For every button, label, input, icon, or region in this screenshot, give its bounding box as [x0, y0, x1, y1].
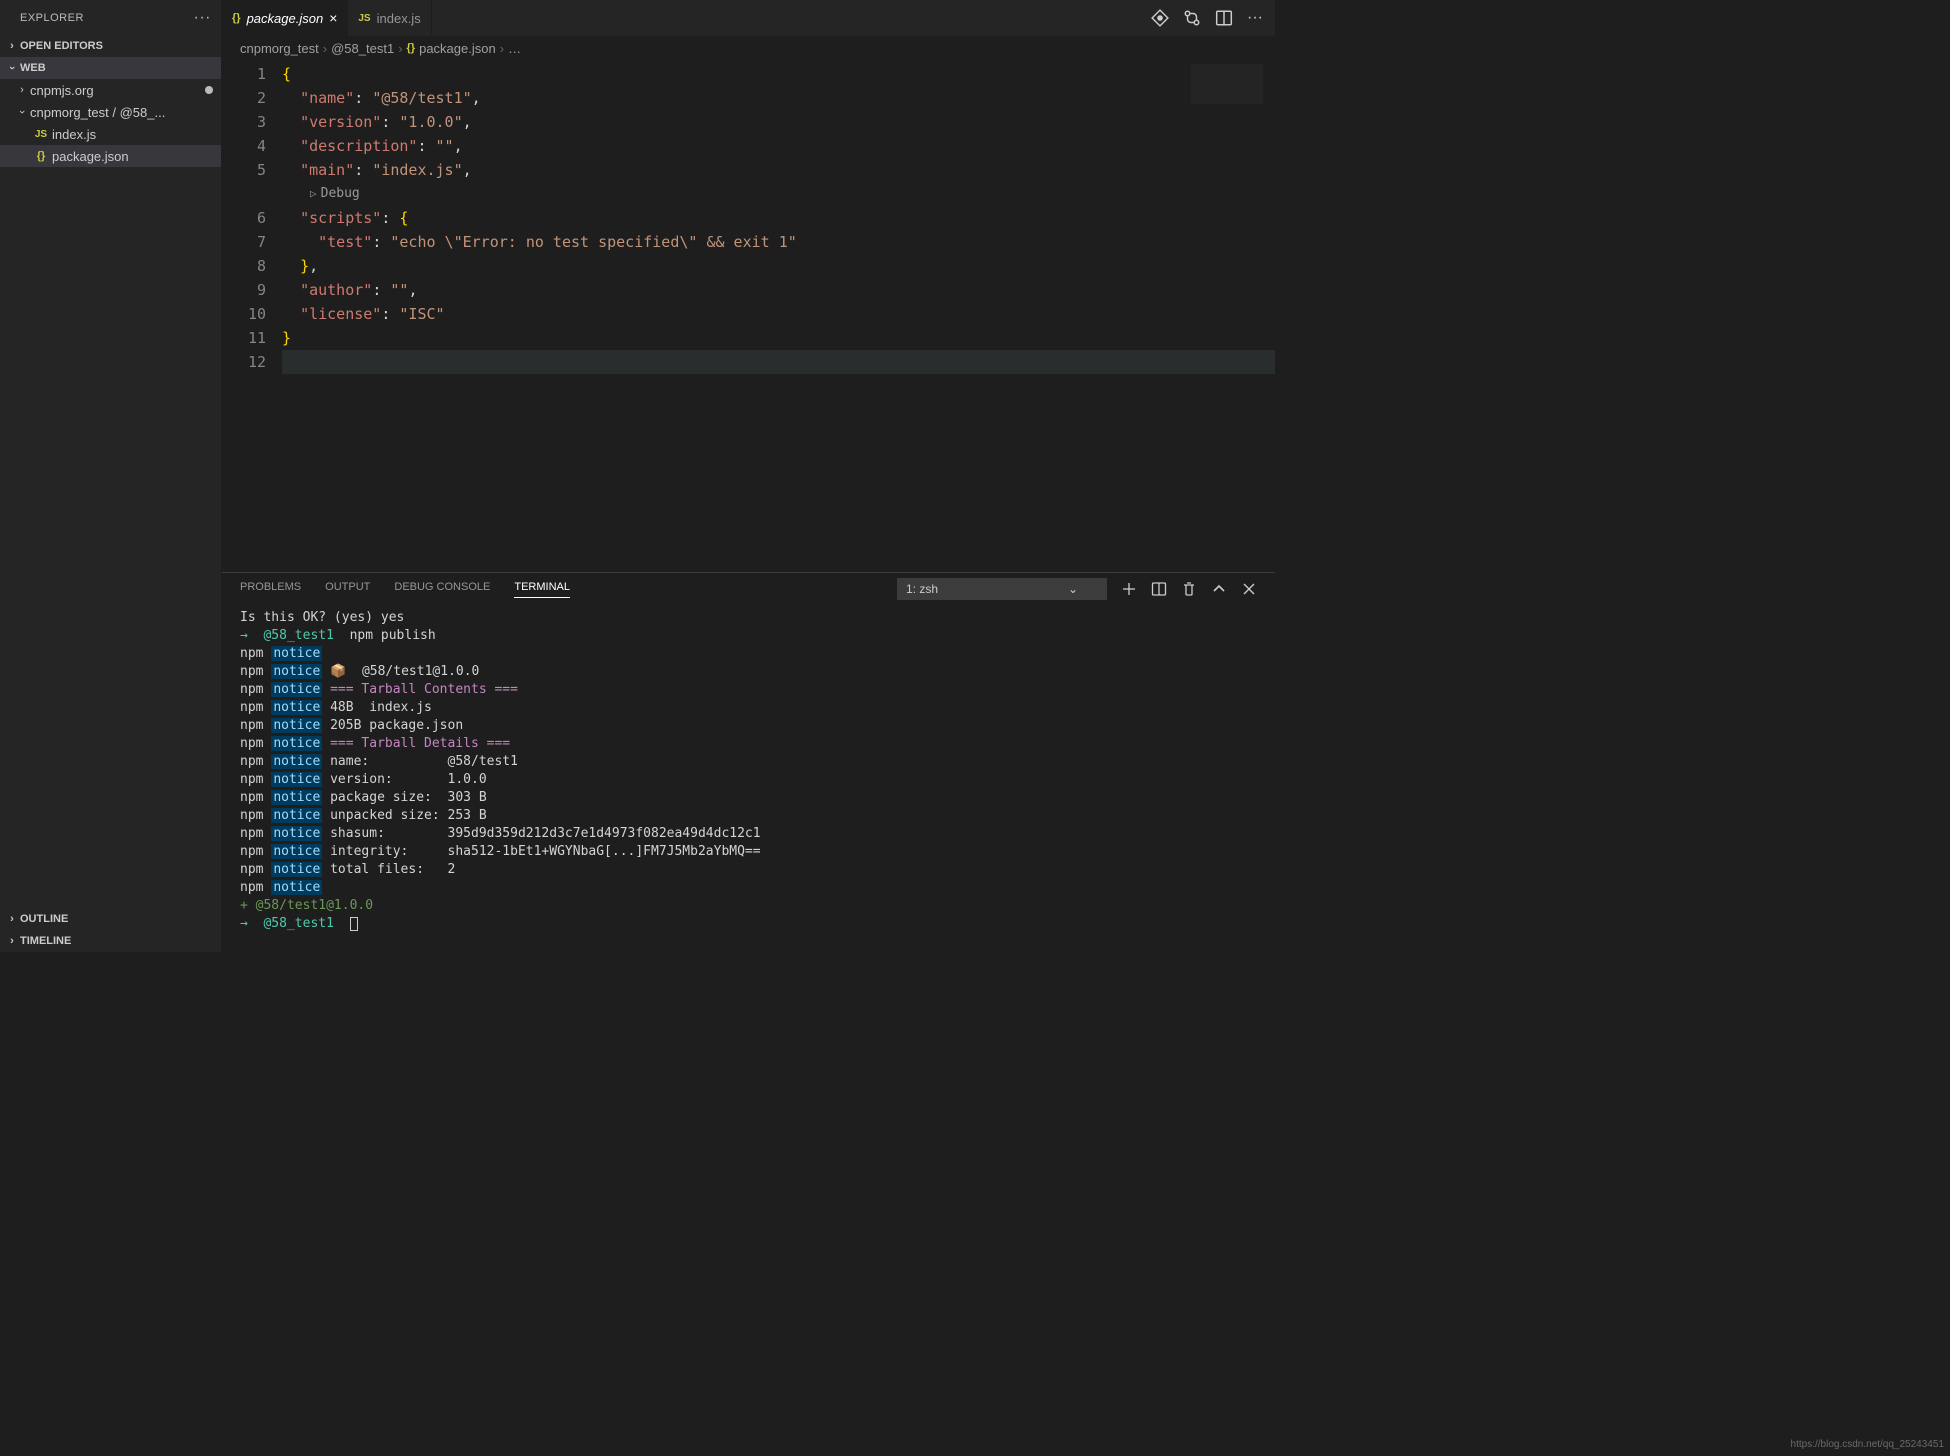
tree-file-indexjs[interactable]: JS index.js — [0, 123, 221, 145]
js-file-icon: JS — [358, 13, 370, 24]
open-editors-section[interactable]: › OPEN EDITORS — [0, 35, 221, 57]
explorer-more-icon[interactable]: ··· — [194, 9, 211, 27]
js-file-icon: JS — [30, 129, 52, 140]
json-file-icon: {} — [232, 12, 241, 24]
chevron-right-icon: › — [323, 41, 327, 56]
file-label: index.js — [52, 127, 96, 142]
explorer-title: EXPLORER — [20, 12, 84, 24]
split-terminal-icon[interactable] — [1151, 581, 1167, 597]
chevron-right-icon: › — [14, 84, 30, 96]
modified-dot-icon — [205, 86, 213, 94]
terminal-cursor — [350, 917, 358, 931]
new-terminal-icon[interactable] — [1121, 581, 1137, 597]
chevron-right-icon: › — [4, 40, 20, 52]
panel-tabs: PROBLEMS OUTPUT DEBUG CONSOLE TERMINAL 1… — [222, 573, 1275, 605]
chevron-right-icon: › — [4, 935, 20, 947]
folder-label: cnpmjs.org — [30, 83, 94, 98]
line-gutter: 1 2 3 4 5 . 6 7 8 9 10 11 12 — [222, 60, 282, 572]
debug-codelens[interactable]: ▷Debug — [282, 182, 1275, 206]
tab-terminal[interactable]: TERMINAL — [514, 581, 570, 598]
kill-terminal-icon[interactable] — [1181, 581, 1197, 597]
explorer-header: EXPLORER ··· — [0, 0, 221, 35]
breadcrumb[interactable]: cnpmorg_test › @58_test1 › {} package.js… — [222, 36, 1275, 60]
terminal-line: Is this OK? (yes) yes — [240, 609, 1257, 627]
tab-problems[interactable]: PROBLEMS — [240, 581, 301, 597]
outline-section[interactable]: › OUTLINE — [0, 908, 221, 930]
workspace-root-section[interactable]: › WEB — [0, 57, 221, 79]
minimap[interactable] — [1191, 64, 1263, 104]
terminal-select[interactable]: 1: zsh ⌄ — [897, 578, 1107, 600]
json-file-icon: {} — [30, 150, 52, 162]
open-editors-label: OPEN EDITORS — [20, 40, 103, 52]
workspace-root-label: WEB — [20, 62, 46, 74]
terminal-select-label: 1: zsh — [906, 582, 938, 596]
timeline-section[interactable]: › TIMELINE — [0, 930, 221, 952]
tab-indexjs[interactable]: JS index.js — [348, 0, 431, 36]
breadcrumb-item[interactable]: @58_test1 — [331, 41, 394, 56]
tab-output[interactable]: OUTPUT — [325, 581, 370, 597]
close-panel-icon[interactable] — [1241, 581, 1257, 597]
source-control-icon[interactable] — [1151, 9, 1169, 27]
more-icon[interactable]: ··· — [1247, 9, 1263, 27]
chevron-right-icon: › — [4, 913, 20, 925]
breadcrumb-item: … — [508, 41, 521, 56]
timeline-label: TIMELINE — [20, 935, 71, 947]
close-icon[interactable]: × — [329, 10, 337, 26]
folder-label: cnpmorg_test / @58_... — [30, 105, 165, 120]
bottom-panel: PROBLEMS OUTPUT DEBUG CONSOLE TERMINAL 1… — [222, 572, 1275, 952]
outline-label: OUTLINE — [20, 913, 68, 925]
code-editor[interactable]: 1 2 3 4 5 . 6 7 8 9 10 11 12 { "name": "… — [222, 60, 1275, 572]
chevron-down-icon: › — [6, 60, 18, 76]
tab-label: package.json — [247, 11, 324, 26]
breadcrumb-item[interactable]: cnpmorg_test — [240, 41, 319, 56]
tree-folder-cnpmjs[interactable]: › cnpmjs.org — [0, 79, 221, 101]
json-file-icon: {} — [407, 42, 416, 54]
terminal-output[interactable]: Is this OK? (yes) yes → @58_test1 npm pu… — [222, 605, 1275, 952]
chevron-down-icon: ⌄ — [1068, 582, 1078, 596]
breadcrumb-item[interactable]: package.json — [419, 41, 496, 56]
maximize-panel-icon[interactable] — [1211, 581, 1227, 597]
tab-packagejson[interactable]: {} package.json × — [222, 0, 348, 36]
file-tree: › cnpmjs.org › cnpmorg_test / @58_... JS… — [0, 79, 221, 167]
chevron-right-icon: › — [398, 41, 402, 56]
file-label: package.json — [52, 149, 129, 164]
tabbar-actions: ··· — [1151, 0, 1275, 36]
tree-file-packagejson[interactable]: {} package.json — [0, 145, 221, 167]
tab-bar: {} package.json × JS index.js ··· — [222, 0, 1275, 36]
code-content[interactable]: { "name": "@58/test1", "version": "1.0.0… — [282, 60, 1275, 572]
editor-area: {} package.json × JS index.js ··· — [222, 0, 1275, 952]
tab-label: index.js — [377, 11, 421, 26]
tree-folder-cnpmorg-test[interactable]: › cnpmorg_test / @58_... — [0, 101, 221, 123]
tab-debug-console[interactable]: DEBUG CONSOLE — [394, 581, 490, 597]
compare-icon[interactable] — [1183, 9, 1201, 27]
split-editor-icon[interactable] — [1215, 9, 1233, 27]
chevron-down-icon: › — [16, 104, 28, 120]
explorer-sidebar: EXPLORER ··· › OPEN EDITORS › WEB › cnpm… — [0, 0, 222, 952]
chevron-right-icon: › — [500, 41, 504, 56]
